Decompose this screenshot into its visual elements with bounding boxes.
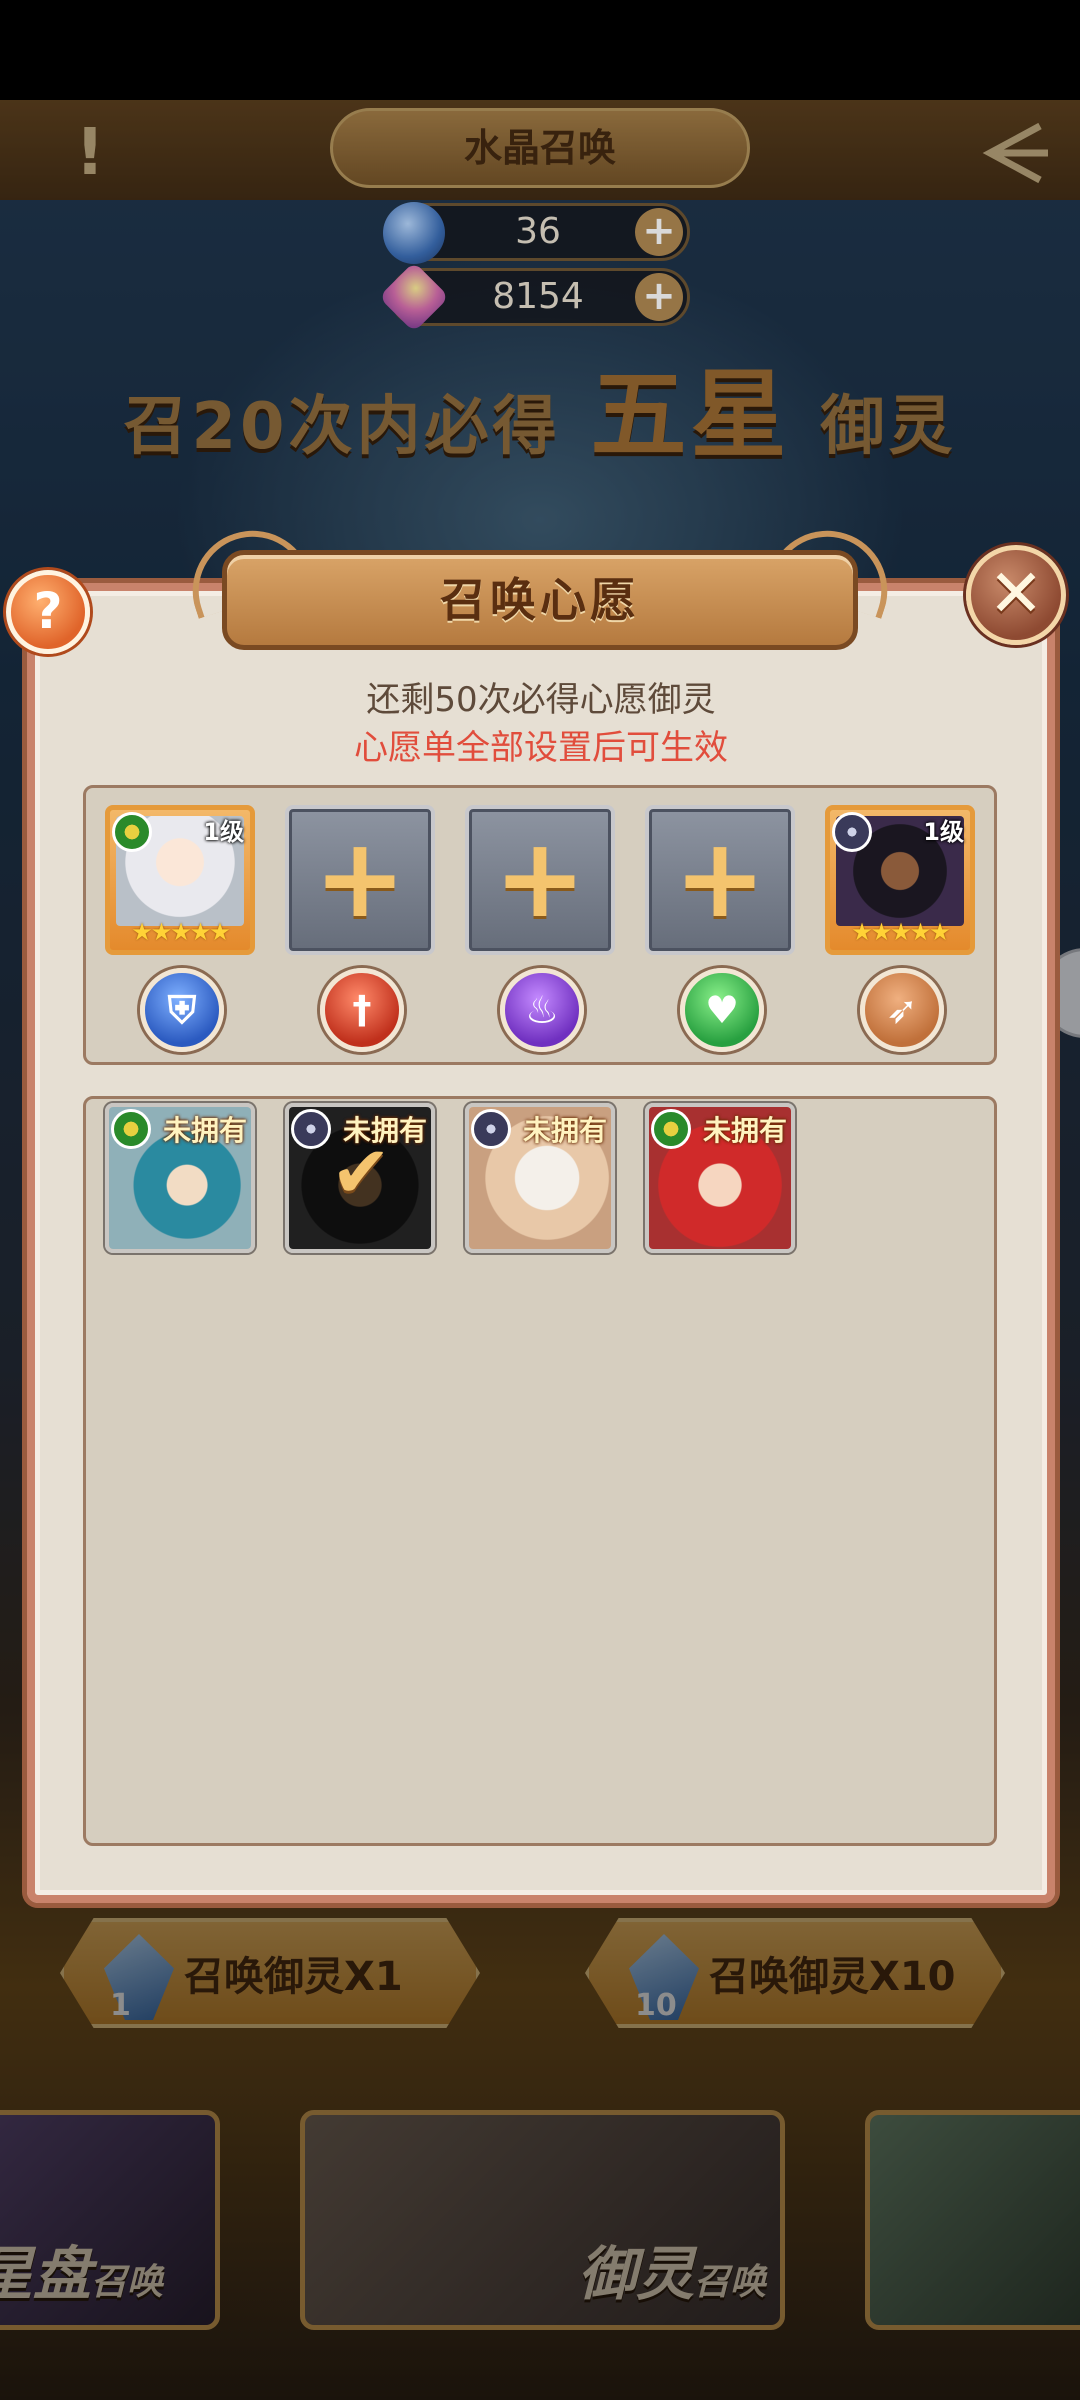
promo-suffix: 御灵 <box>820 390 957 464</box>
screen-title: 水晶召唤 <box>463 126 616 170</box>
add-crystal-button[interactable]: + <box>635 208 683 256</box>
shield-role-icon: ⛨ <box>140 968 224 1052</box>
plus-icon: + <box>493 814 587 942</box>
sword-role-icon: † <box>320 968 404 1052</box>
check-icon: ✔ <box>330 1130 392 1214</box>
hero-level: 1级 <box>923 818 964 846</box>
add-gem-button[interactable]: + <box>635 273 683 321</box>
wish-slot-1[interactable]: 1级 ★★★★★ <box>105 805 255 955</box>
faction-badge-icon <box>112 812 152 852</box>
tab-star-summon-label: 星盘召唤 <box>0 2227 163 2311</box>
wish-slot-4[interactable]: + <box>645 805 795 955</box>
tab-spirit-summon-label: 御灵召唤 <box>578 2227 766 2311</box>
tab-label-big: 星盘 <box>0 2240 92 2308</box>
help-button[interactable]: ? <box>6 570 90 654</box>
tab-label-small: 召唤 <box>693 2262 766 2303</box>
tab-label-big: 御灵 <box>577 2240 694 2308</box>
blue-crystal-icon <box>383 202 445 264</box>
not-owned-tag: 未拥有 <box>522 1114 607 1147</box>
star-rating: ★★★★★ <box>851 918 951 946</box>
close-icon: ✕ <box>988 555 1044 632</box>
summon-x10-cost: 10 <box>635 1988 677 2023</box>
wish-slot-5[interactable]: 1级 ★★★★★ <box>825 805 975 955</box>
faction-badge-icon <box>291 1109 331 1149</box>
hero-card[interactable]: 未拥有 <box>645 1103 795 1253</box>
crystal-count: 36 <box>515 211 561 252</box>
summon-x10-label: 召唤御灵X10 <box>709 1954 956 2000</box>
tab-star-summon[interactable]: 星盘召唤 <box>0 2110 220 2330</box>
question-icon: ? <box>33 582 63 640</box>
tab-next-summon[interactable] <box>865 2110 1080 2330</box>
faction-badge-icon <box>111 1109 151 1149</box>
hero-level: 1级 <box>203 818 244 846</box>
hero-card[interactable]: 未拥有 <box>105 1103 255 1253</box>
crystal-currency: 36 + <box>383 202 690 264</box>
bow-role-icon: ➶ <box>860 968 944 1052</box>
not-owned-tag: 未拥有 <box>162 1114 247 1147</box>
gem-count: 8154 <box>492 276 584 317</box>
alert-icon[interactable]: ! <box>70 118 110 188</box>
tab-spirit-summon[interactable]: 御灵召唤 <box>300 2110 785 2330</box>
promo-banner: 召20次内必得 五星 御灵 <box>100 360 980 470</box>
back-arrow-icon[interactable] <box>970 118 1050 188</box>
summon-x1-label: 召唤御灵X1 <box>184 1954 403 2000</box>
plus-icon: + <box>313 814 407 942</box>
status-bar <box>0 0 1080 100</box>
heart-role-icon: ♥ <box>680 968 764 1052</box>
not-owned-tag: 未拥有 <box>702 1114 787 1147</box>
modal-title: 召唤心愿 <box>440 573 640 627</box>
close-button[interactable]: ✕ <box>966 545 1066 645</box>
hero-card-selected[interactable]: 未拥有 ✔ <box>285 1103 435 1253</box>
summon-x1-cost: 1 <box>110 1988 131 2023</box>
wish-slot-2[interactable]: + <box>285 805 435 955</box>
promo-prefix: 召20次内必得 <box>123 390 561 464</box>
summon-x1-button[interactable]: 1 召唤御灵X1 <box>60 1918 480 2028</box>
faction-badge-icon <box>832 812 872 852</box>
gem-currency: 8154 + <box>378 261 690 333</box>
remaining-count-text: 还剩50次必得心愿御灵 <box>366 680 716 720</box>
faction-badge-icon <box>651 1109 691 1149</box>
flame-role-icon: ♨ <box>500 968 584 1052</box>
faction-badge-icon <box>471 1109 511 1149</box>
tab-label-small: 召唤 <box>91 2262 164 2303</box>
promo-highlight: 五星 <box>590 359 791 471</box>
star-rating: ★★★★★ <box>131 918 231 946</box>
hero-card[interactable]: 未拥有 <box>465 1103 615 1253</box>
wish-slot-3[interactable]: + <box>465 805 615 955</box>
summon-x10-button[interactable]: 10 召唤御灵X10 <box>585 1918 1005 2028</box>
wish-hint-text: 心愿单全部设置后可生效 <box>354 728 728 768</box>
plus-icon: + <box>673 814 767 942</box>
